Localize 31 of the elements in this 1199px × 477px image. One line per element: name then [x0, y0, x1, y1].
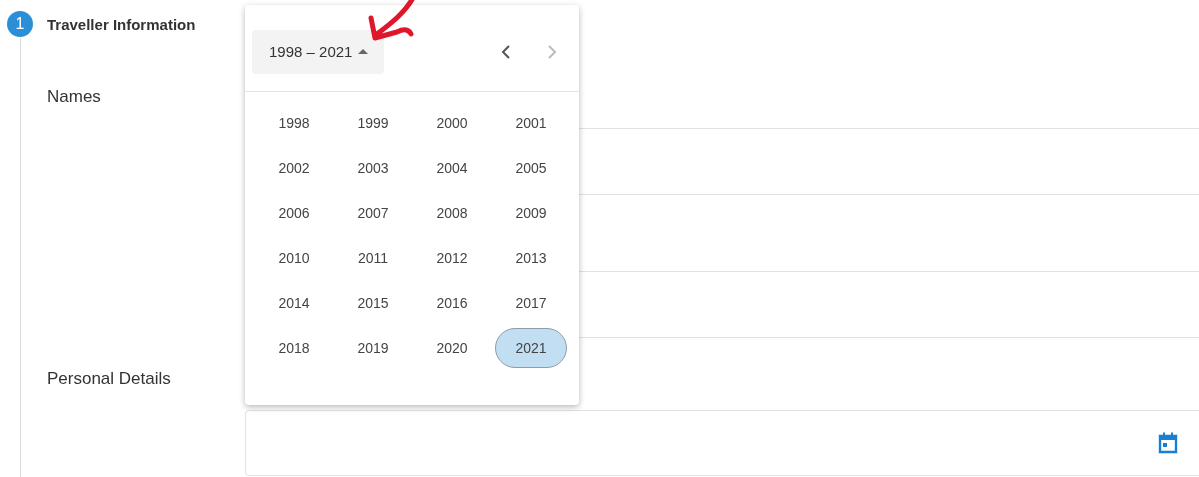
year-cell[interactable]: 2010: [258, 238, 330, 278]
period-button[interactable]: 1998 – 2021: [252, 29, 385, 74]
section-label: Names: [47, 87, 102, 107]
year-cell[interactable]: 2002: [258, 148, 330, 188]
date-field[interactable]: [245, 410, 1199, 476]
year-cell[interactable]: 2012: [416, 238, 488, 278]
year-cell[interactable]: 2004: [416, 148, 488, 188]
year-cell[interactable]: 2005: [495, 148, 567, 188]
year-cell[interactable]: 2009: [495, 193, 567, 233]
year-cell[interactable]: 2015: [337, 283, 409, 323]
step-number: 1: [7, 11, 33, 37]
year-cell[interactable]: 2000: [416, 103, 488, 143]
year-cell[interactable]: 2014: [258, 283, 330, 323]
year-cell[interactable]: 2006: [258, 193, 330, 233]
year-cell[interactable]: 2021: [495, 328, 567, 368]
calendar-icon[interactable]: [1158, 432, 1178, 454]
step-title: Traveller Information: [47, 15, 196, 33]
year-cell[interactable]: 2018: [258, 328, 330, 368]
year-cell[interactable]: 2008: [416, 193, 488, 233]
year-cell[interactable]: 2017: [495, 283, 567, 323]
section-label: Personal Details: [47, 369, 172, 389]
year-cell[interactable]: 1998: [258, 103, 330, 143]
year-cell[interactable]: 2019: [337, 328, 409, 368]
year-cell[interactable]: 2016: [416, 283, 488, 323]
year-cell[interactable]: 2011: [337, 238, 409, 278]
year-cell[interactable]: 2013: [495, 238, 567, 278]
year-cell[interactable]: 2020: [416, 328, 488, 368]
year-cell[interactable]: 2001: [495, 103, 567, 143]
year-cell[interactable]: 1999: [337, 103, 409, 143]
year-cell[interactable]: 2007: [337, 193, 409, 233]
year-cell[interactable]: 2003: [337, 148, 409, 188]
